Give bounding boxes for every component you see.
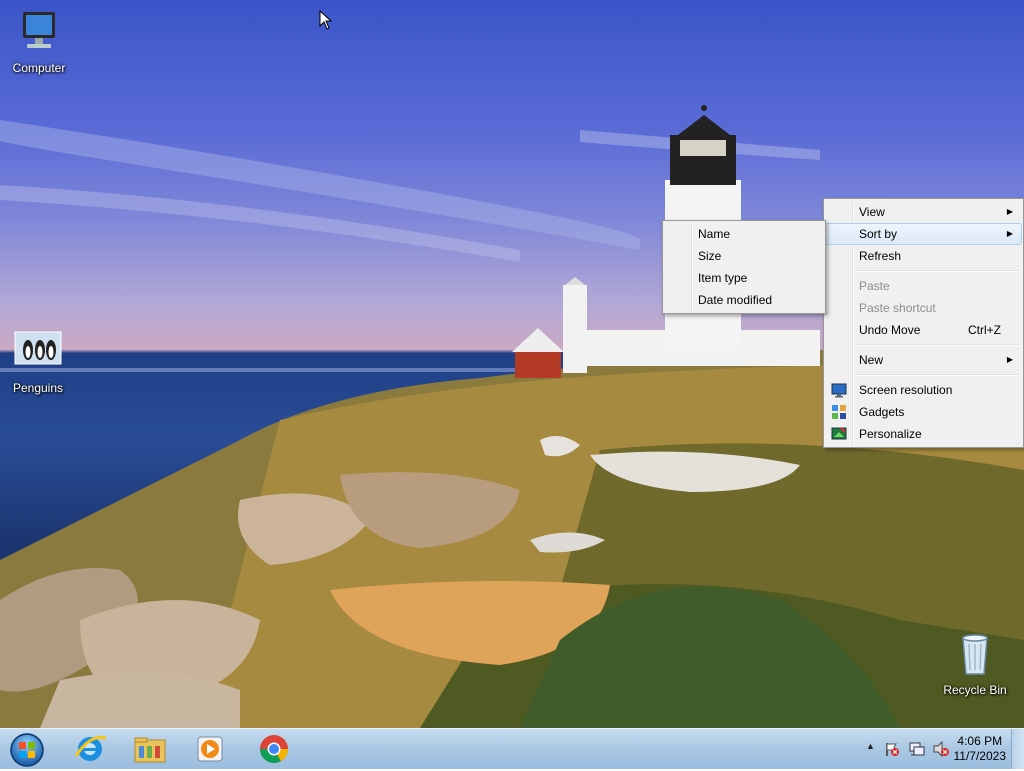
menu-item-label: Item type <box>698 271 748 285</box>
submenu-arrow-icon: ▶ <box>1006 207 1013 216</box>
menu-item-new[interactable]: New ▶ <box>826 349 1021 371</box>
submenu-item-size[interactable]: Size <box>665 245 823 267</box>
menu-item-label: Date modified <box>698 293 773 307</box>
desktop-context-menu: View ▶ Sort by ▶ Refresh Paste Paste sho… <box>823 198 1024 448</box>
gadgets-icon <box>832 405 846 419</box>
menu-item-label: Personalize <box>859 427 922 441</box>
menu-item-gadgets[interactable]: Gadgets <box>826 401 1021 423</box>
menu-separator <box>856 344 1019 346</box>
action-center-flag-icon[interactable] <box>884 741 900 757</box>
menu-item-personalize[interactable]: Personalize <box>826 423 1021 445</box>
image-file-icon <box>14 331 62 365</box>
desktop-icon-label: Penguins <box>12 381 64 395</box>
menu-item-label: Paste <box>859 279 890 293</box>
menu-item-label: Refresh <box>859 249 902 263</box>
menu-item-label: View <box>859 205 885 219</box>
clock[interactable]: 4:06 PM 11/7/2023 <box>954 734 1007 764</box>
menu-separator <box>856 270 1019 272</box>
start-button[interactable] <box>2 732 52 767</box>
menu-item-view[interactable]: View ▶ <box>826 201 1021 223</box>
menu-item-undo-move[interactable]: Undo Move Ctrl+Z <box>826 319 1021 341</box>
computer-icon <box>23 12 55 48</box>
recycle-bin-icon <box>962 634 988 675</box>
taskbar: ▲ 4:06 PM 11/7/2023 <box>0 728 1024 769</box>
media-player-icon <box>197 736 223 762</box>
desktop-icon-recycle-bin[interactable]: Recycle Bin <box>937 630 1013 697</box>
taskbar-media-player[interactable] <box>186 732 234 766</box>
start-orb-icon <box>10 733 44 767</box>
show-desktop-button[interactable] <box>1011 729 1024 769</box>
chrome-icon <box>260 735 288 763</box>
menu-item-accelerator: Ctrl+Z <box>968 323 1001 337</box>
menu-item-label: Size <box>698 249 722 263</box>
menu-item-refresh[interactable]: Refresh <box>826 245 1021 267</box>
submenu-arrow-icon: ▶ <box>1006 229 1013 238</box>
menu-item-paste[interactable]: Paste <box>826 275 1021 297</box>
submenu-item-date-modified[interactable]: Date modified <box>665 289 823 311</box>
menu-item-label: Undo Move <box>859 323 921 337</box>
menu-item-label: Paste shortcut <box>859 301 936 315</box>
menu-item-label: Sort by <box>859 227 898 241</box>
menu-item-screen-resolution[interactable]: Screen resolution <box>826 379 1021 401</box>
system-tray: ▲ 4:06 PM 11/7/2023 <box>844 729 1024 769</box>
submenu-item-name[interactable]: Name <box>665 223 823 245</box>
sort-by-submenu: Name Size Item type Date modified <box>662 220 826 314</box>
mouse-cursor-icon <box>319 10 333 30</box>
menu-item-label: Name <box>698 227 731 241</box>
taskbar-internet-explorer[interactable] <box>66 732 114 766</box>
desktop-icon-computer[interactable]: Computer <box>1 8 77 75</box>
menu-item-label: New <box>859 353 884 367</box>
desktop-icon-penguins[interactable]: Penguins <box>0 328 76 395</box>
submenu-item-item-type[interactable]: Item type <box>665 267 823 289</box>
submenu-arrow-icon: ▶ <box>1006 355 1013 364</box>
file-explorer-icon <box>134 737 166 763</box>
desktop[interactable]: Computer Penguins Recycle Bin View ▶ Sor… <box>0 0 1024 728</box>
clock-time: 4:06 PM <box>957 734 1003 748</box>
internet-explorer-icon <box>74 735 107 761</box>
desktop-icon-label: Computer <box>12 61 66 75</box>
menu-item-label: Gadgets <box>859 405 905 419</box>
volume-muted-icon[interactable] <box>932 741 950 757</box>
show-hidden-icons-button[interactable]: ▲ <box>866 741 875 751</box>
menu-separator <box>856 374 1019 376</box>
menu-item-label: Screen resolution <box>859 383 953 397</box>
taskbar-file-explorer[interactable] <box>126 732 174 766</box>
taskbar-chrome[interactable] <box>250 732 298 766</box>
screen-resolution-icon <box>831 383 847 398</box>
menu-item-sort-by[interactable]: Sort by ▶ <box>825 223 1022 245</box>
personalize-icon <box>831 427 847 440</box>
clock-date: 11/7/2023 <box>953 749 1007 763</box>
desktop-icon-label: Recycle Bin <box>943 683 1007 697</box>
network-icon[interactable] <box>908 740 926 758</box>
menu-item-paste-shortcut[interactable]: Paste shortcut <box>826 297 1021 319</box>
